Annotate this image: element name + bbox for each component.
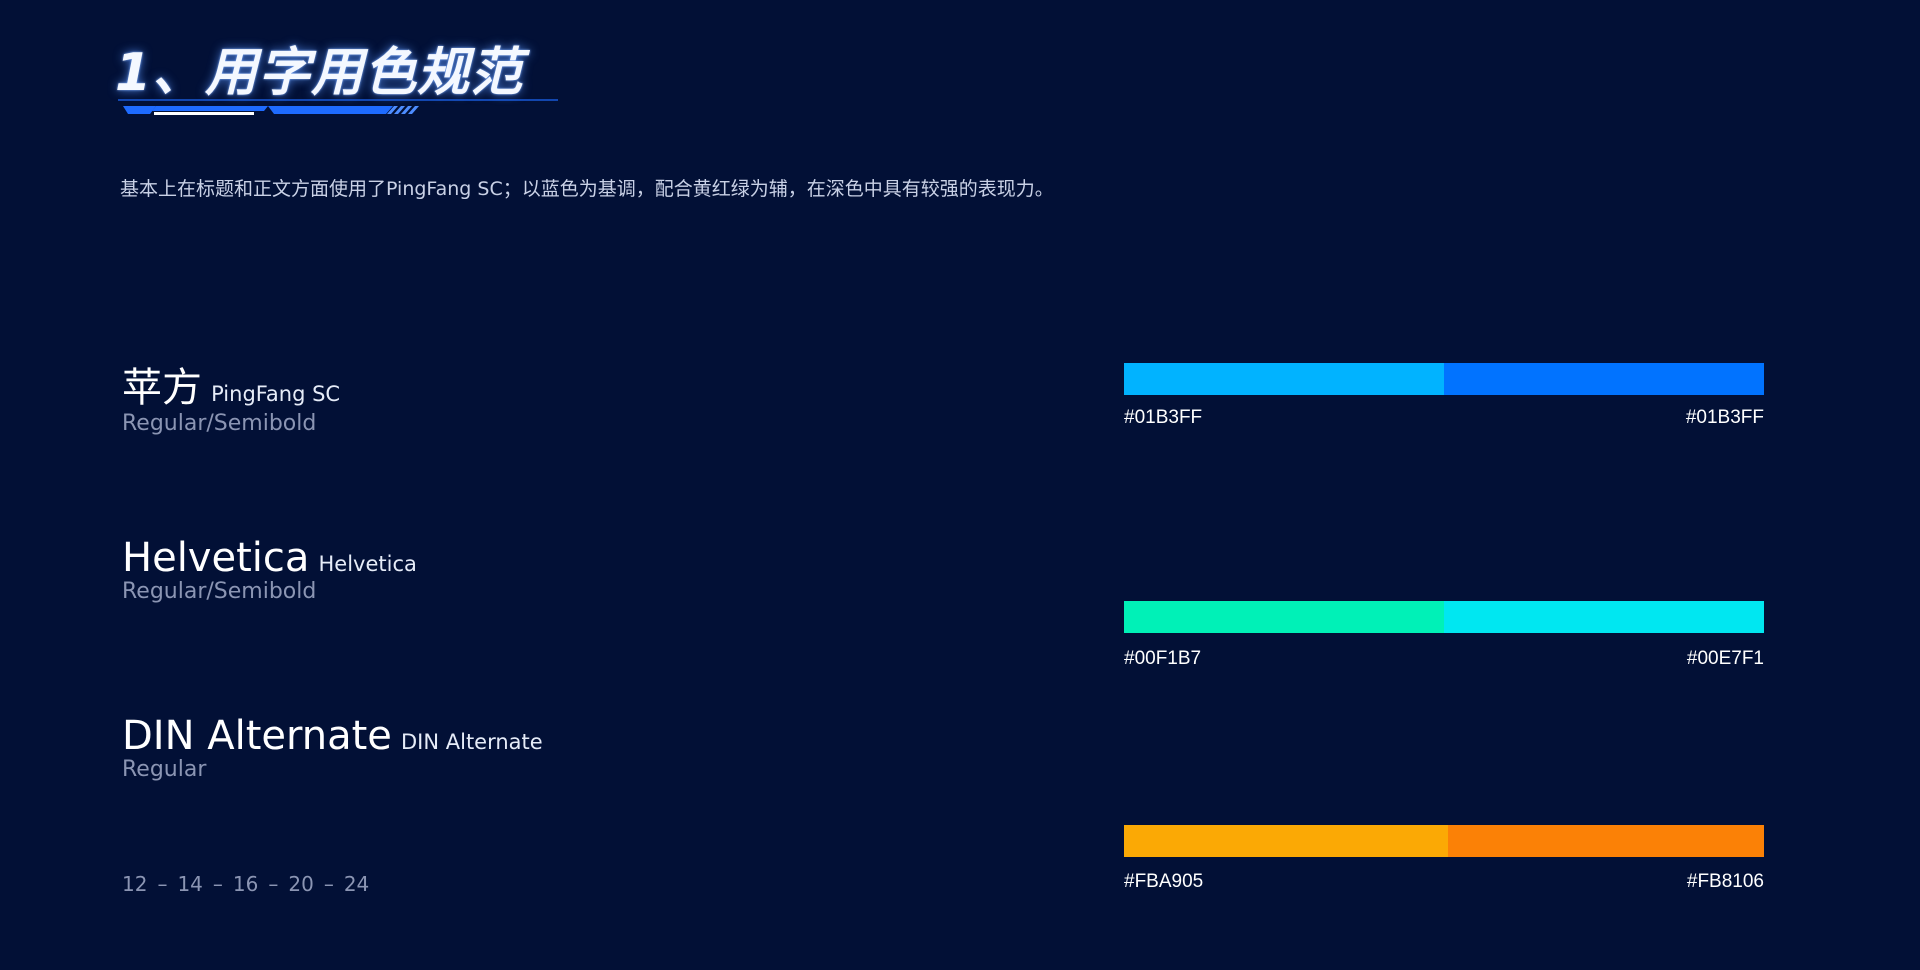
font-spec-helvetica: Helvetica Helvetica Regular/Semibold — [122, 535, 417, 604]
color-hex-left: #FBA905 — [1124, 871, 1204, 892]
color-labels-green: #00F1B7 #00E7F1 — [1124, 648, 1764, 670]
font-weights: Regular — [122, 757, 207, 782]
font-size-scale: 12–14–16–20–24 — [122, 872, 369, 896]
font-family-label: DIN Alternate — [401, 730, 543, 754]
color-swatch-bar-green — [1124, 601, 1764, 633]
size-separator: – — [323, 872, 334, 896]
color-swatch-right — [1447, 825, 1764, 857]
font-name: Helvetica — [122, 535, 310, 581]
color-hex-left: #01B3FF — [1124, 407, 1203, 428]
size-separator: – — [212, 872, 223, 896]
font-size-value: 16 — [232, 872, 259, 896]
color-hex-right: #FB8106 — [1686, 871, 1764, 892]
color-swatch-right — [1444, 363, 1764, 395]
color-swatch-left — [1124, 363, 1444, 395]
title-underline-decoration — [118, 99, 558, 115]
color-labels-orange: #FBA905 #FB8106 — [1124, 871, 1764, 893]
font-size-value: 12 — [122, 872, 148, 896]
size-separator: – — [268, 872, 279, 896]
font-size-value: 24 — [343, 872, 370, 896]
color-swatch-bar-orange — [1124, 825, 1764, 857]
size-separator: – — [157, 872, 168, 896]
font-size-value: 20 — [288, 872, 314, 896]
font-name: DIN Alternate — [122, 713, 392, 759]
font-spec-pingfang: 苹方 PingFang SC Regular/Semibold — [122, 355, 340, 436]
font-family-label: Helvetica — [318, 552, 417, 576]
font-family-label: PingFang SC — [211, 382, 341, 406]
font-size-value: 14 — [177, 872, 203, 896]
font-name: 苹方 — [122, 365, 202, 411]
page-title: 1、用字用色规范 — [115, 43, 524, 103]
color-swatch-right — [1444, 601, 1764, 633]
color-swatch-left — [1124, 825, 1448, 857]
description-text: 基本上在标题和正文方面使用了PingFang SC；以蓝色为基调，配合黄红绿为辅… — [120, 178, 1054, 200]
font-spec-din-alternate: DIN Alternate DIN Alternate Regular — [122, 713, 543, 782]
color-swatch-left — [1124, 601, 1444, 633]
font-weights: Regular/Semibold — [122, 411, 317, 436]
color-labels-blue: #01B3FF #01B3FF — [1124, 407, 1764, 429]
color-hex-right: #00E7F1 — [1686, 648, 1764, 669]
color-hex-left: #00F1B7 — [1124, 648, 1202, 669]
color-hex-right: #01B3FF — [1685, 407, 1764, 428]
font-weights: Regular/Semibold — [122, 579, 317, 604]
color-swatch-bar-blue — [1124, 363, 1764, 395]
